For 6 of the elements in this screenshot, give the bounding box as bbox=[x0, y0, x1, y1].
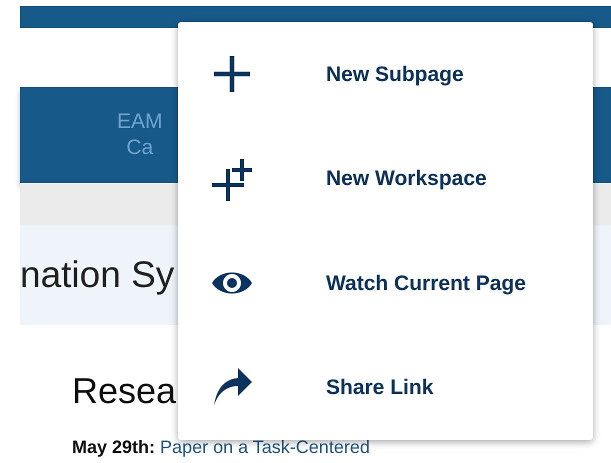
double-plus-icon bbox=[210, 156, 254, 201]
menu-item[interactable]: New Subpage bbox=[178, 22, 593, 126]
menu-item[interactable]: New Workspace bbox=[178, 126, 593, 231]
section-heading: Resea bbox=[72, 371, 176, 411]
menu-item[interactable]: Watch Current Page bbox=[178, 231, 593, 336]
page-title: nation Sy bbox=[20, 252, 174, 297]
